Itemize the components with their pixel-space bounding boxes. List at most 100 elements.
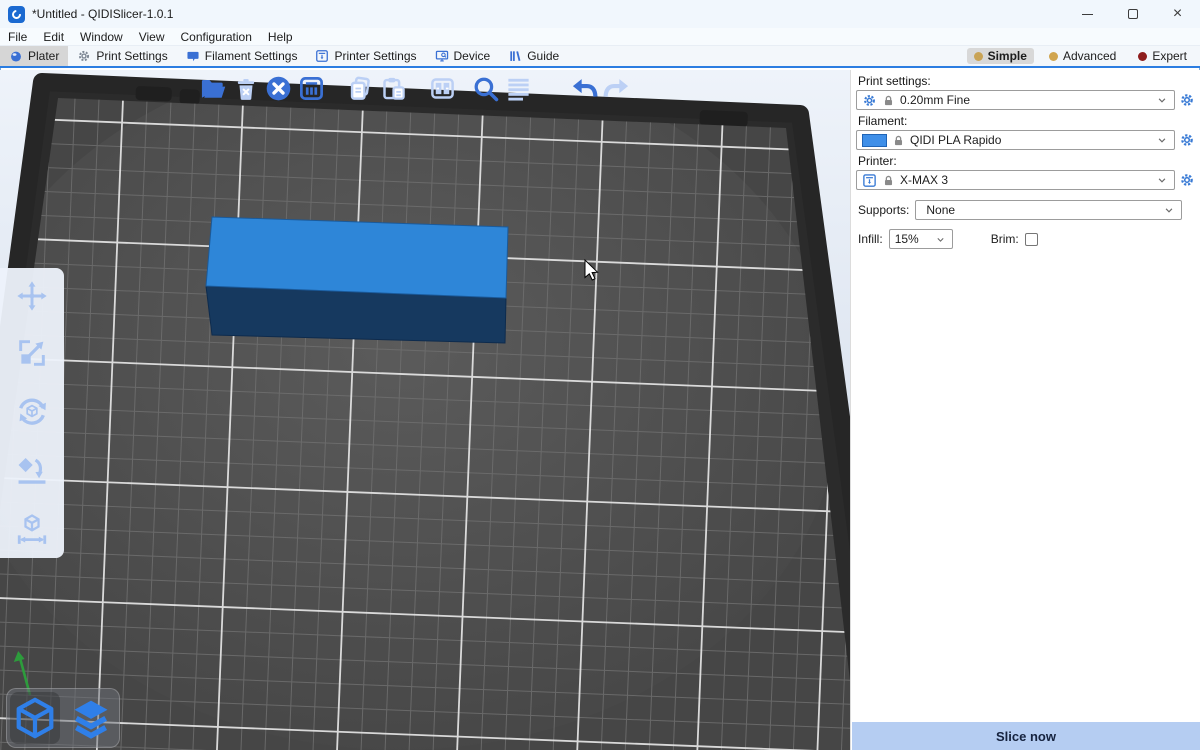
filament-label: Filament: — [858, 114, 1200, 128]
scale-tool-button[interactable] — [16, 337, 48, 369]
menu-view[interactable]: View — [131, 28, 173, 45]
lock-icon — [882, 94, 895, 107]
app-icon — [8, 6, 25, 23]
printer-select[interactable]: X-MAX 3 — [856, 170, 1175, 190]
menu-file[interactable]: File — [0, 28, 35, 45]
scene-canvas[interactable] — [0, 70, 850, 750]
circle-x-icon — [265, 75, 292, 102]
menu-window[interactable]: Window — [72, 28, 131, 45]
redo-button[interactable] — [600, 72, 633, 105]
printer-label: Printer: — [858, 154, 1200, 168]
brim-checkbox[interactable] — [1025, 233, 1038, 246]
search-icon — [472, 75, 500, 103]
lock-icon — [892, 134, 905, 147]
main-toolbar — [196, 72, 633, 105]
tab-guide[interactable]: Guide — [499, 46, 568, 66]
copy-icon — [347, 75, 374, 102]
model-top-face — [206, 217, 508, 298]
advanced-dot-icon — [1049, 52, 1058, 61]
plater-icon — [9, 49, 23, 63]
settings-sidebar: Print settings: 0.20mm Fine Filament: QI… — [850, 70, 1200, 750]
undo-arrow-icon — [570, 75, 598, 103]
menu-configuration[interactable]: Configuration — [173, 28, 260, 45]
printer-icon — [862, 173, 877, 188]
printer-icon — [315, 49, 329, 63]
print-settings-select[interactable]: 0.20mm Fine — [856, 90, 1175, 110]
guide-books-icon — [508, 49, 522, 63]
menu-edit[interactable]: Edit — [35, 28, 72, 45]
title-bar: *Untitled - QIDISlicer-1.0.1 × — [0, 0, 1200, 28]
edit-filament-button[interactable] — [1178, 131, 1196, 149]
folder-open-icon — [199, 75, 227, 103]
minimize-button[interactable] — [1065, 0, 1110, 28]
tab-printer-settings[interactable]: Printer Settings — [306, 46, 425, 66]
delete-button[interactable] — [229, 72, 262, 105]
rotate-tool-button[interactable] — [15, 394, 49, 428]
menu-help[interactable]: Help — [260, 28, 301, 45]
slice-now-button[interactable]: Slice now — [852, 722, 1200, 750]
place-on-face-icon — [15, 453, 49, 487]
chevron-down-icon — [934, 233, 947, 246]
supports-label: Supports: — [858, 203, 909, 217]
gear-icon — [1179, 92, 1195, 108]
window-title: *Untitled - QIDISlicer-1.0.1 — [32, 7, 173, 21]
tab-plater[interactable]: Plater — [0, 46, 68, 66]
device-monitor-icon — [435, 49, 449, 63]
layers-stack-icon — [69, 696, 113, 740]
split-button[interactable] — [426, 72, 459, 105]
tab-bar: Plater Print Settings Filament Settings … — [0, 46, 1200, 68]
variable-layer-height-button[interactable] — [502, 72, 535, 105]
view-switch-panel — [6, 688, 120, 748]
supports-select[interactable]: None — [915, 200, 1182, 220]
lock-icon — [882, 174, 895, 187]
chevron-down-icon — [1155, 173, 1169, 187]
tab-filament-settings[interactable]: Filament Settings — [177, 46, 307, 66]
gear-icon — [862, 93, 877, 108]
chevron-down-icon — [1155, 133, 1169, 147]
copy-button[interactable] — [344, 72, 377, 105]
undo-button[interactable] — [567, 72, 600, 105]
tab-print-settings[interactable]: Print Settings — [68, 46, 176, 66]
model-box[interactable] — [206, 217, 508, 343]
trash-icon — [233, 76, 259, 102]
print-settings-label: Print settings: — [858, 74, 1200, 88]
expert-dot-icon — [1138, 52, 1147, 61]
delete-all-button[interactable] — [262, 72, 295, 105]
mode-advanced[interactable]: Advanced — [1042, 48, 1123, 64]
paste-icon — [380, 75, 407, 102]
infill-select[interactable]: 15% — [889, 229, 953, 249]
paste-button[interactable] — [377, 72, 410, 105]
mode-simple[interactable]: Simple — [967, 48, 1034, 64]
gizmo-toolbar — [0, 268, 64, 558]
brim-label: Brim: — [991, 232, 1019, 246]
viewport-3d[interactable] — [0, 70, 850, 750]
filament-select[interactable]: QIDI PLA Rapido — [856, 130, 1175, 150]
preview-view-button[interactable] — [66, 692, 116, 744]
chevron-down-icon — [1162, 203, 1176, 217]
split-icon — [429, 75, 456, 102]
edit-printer-button[interactable] — [1178, 171, 1196, 189]
cube-icon — [12, 695, 58, 741]
redo-arrow-icon — [603, 75, 631, 103]
maximize-button[interactable] — [1110, 0, 1155, 28]
close-button[interactable]: × — [1155, 0, 1200, 28]
move-tool-button[interactable] — [16, 280, 48, 312]
measure-tool-button[interactable] — [15, 512, 49, 546]
edit-print-settings-button[interactable] — [1178, 91, 1196, 109]
infill-label: Infill: — [858, 232, 883, 246]
arrange-button[interactable] — [295, 72, 328, 105]
open-file-button[interactable] — [196, 72, 229, 105]
arrange-grid-icon — [298, 75, 325, 102]
gear-icon — [77, 49, 91, 63]
search-button[interactable] — [469, 72, 502, 105]
gear-icon — [1179, 172, 1195, 188]
move-arrows-icon — [16, 280, 48, 312]
mode-expert[interactable]: Expert — [1131, 48, 1194, 64]
simple-dot-icon — [974, 52, 983, 61]
filament-icon — [186, 49, 200, 63]
rotate-cube-icon — [15, 394, 49, 428]
editor-view-button[interactable] — [10, 692, 60, 744]
measure-icon — [15, 512, 49, 546]
tab-device[interactable]: Device — [426, 46, 500, 66]
place-on-face-tool-button[interactable] — [15, 453, 49, 487]
